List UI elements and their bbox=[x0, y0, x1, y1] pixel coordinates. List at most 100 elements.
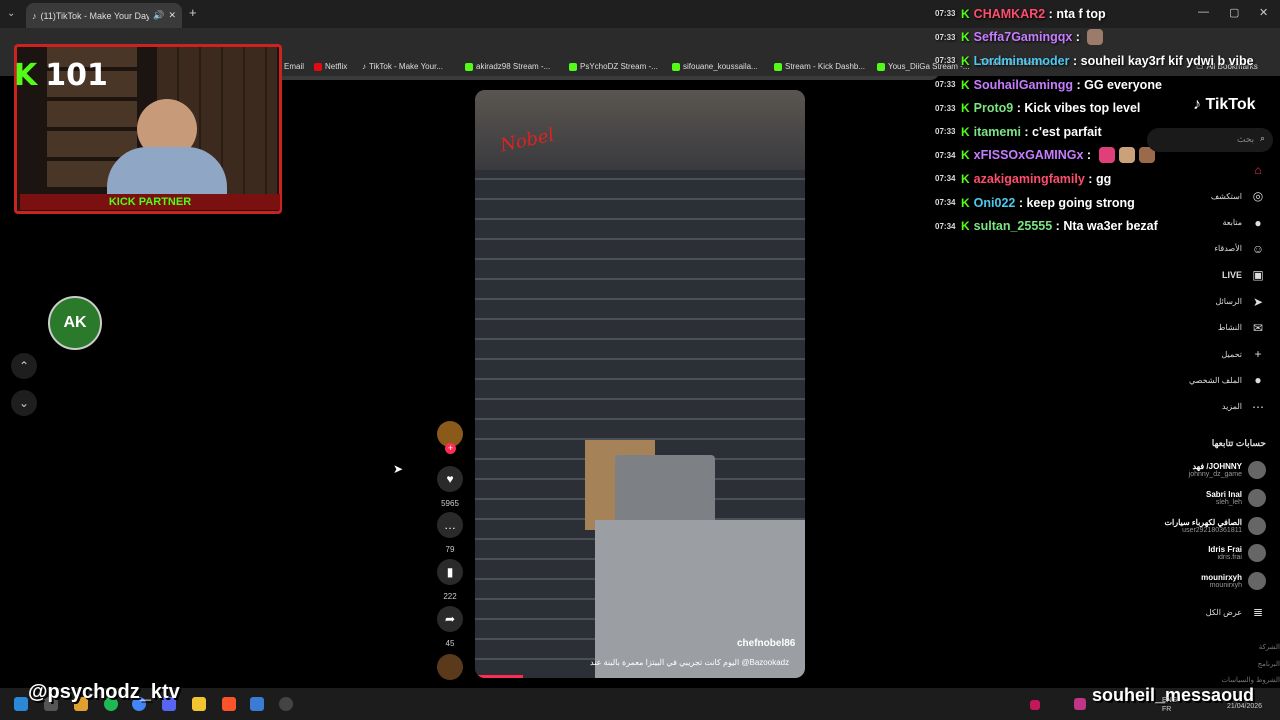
bookmark-netflix[interactable]: Netflix bbox=[314, 62, 347, 71]
profile-icon: ● bbox=[1254, 373, 1262, 388]
chat-username[interactable]: azakigamingfamily bbox=[974, 172, 1085, 186]
account-avatar bbox=[1248, 461, 1266, 479]
nav-friends[interactable]: الأصدقاء ☺ bbox=[1214, 241, 1266, 257]
new-tab-button[interactable]: + bbox=[189, 5, 197, 20]
kick-icon: K bbox=[961, 171, 970, 186]
chevron-up-icon: ⌃ bbox=[18, 359, 30, 373]
chat-separator: : bbox=[1069, 53, 1081, 68]
nav-label: النشاط bbox=[1217, 323, 1242, 333]
heart-icon[interactable]: ♥ bbox=[437, 466, 463, 492]
nav-more[interactable]: المزيد ⋯ bbox=[1222, 399, 1266, 415]
kick-icon: K bbox=[961, 124, 970, 139]
comment-action[interactable]: … 79 bbox=[437, 512, 463, 554]
nav-profile[interactable]: الملف الشخصي ● bbox=[1189, 372, 1266, 388]
nav-following[interactable]: متابعة ● bbox=[1222, 215, 1266, 231]
chat-message: 07:33 K CHAMKAR2 : nta f top bbox=[935, 2, 1275, 26]
list-icon: ≣ bbox=[1252, 605, 1264, 619]
chat-separator: : bbox=[1083, 148, 1095, 163]
chat-username[interactable]: itamemi bbox=[974, 125, 1021, 139]
bookmark-email[interactable]: Email bbox=[284, 62, 304, 71]
followed-account[interactable]: الصافي لكهرباء سيارات user292180361811 bbox=[1164, 516, 1266, 535]
save-count: 222 bbox=[443, 592, 457, 601]
nav-label: المزيد bbox=[1221, 402, 1242, 412]
account-avatar bbox=[1248, 572, 1266, 591]
follow-plus-icon[interactable]: + bbox=[445, 443, 456, 454]
followed-account[interactable]: Idris Frai idris.frai bbox=[1208, 544, 1266, 563]
footer-link-company[interactable]: الشركة bbox=[1259, 643, 1280, 651]
share-action[interactable]: ➦ 45 bbox=[437, 606, 463, 648]
chat-separator: : bbox=[1072, 30, 1084, 45]
chat-separator: : bbox=[1052, 219, 1064, 234]
chat-username[interactable]: SouhailGamingg bbox=[974, 78, 1073, 92]
chat-username[interactable]: xFISSOxGAMINGx bbox=[974, 148, 1084, 162]
bookmark-psychodz[interactable]: PsYchoDZ Stream -... bbox=[569, 62, 658, 71]
chat-username[interactable]: sultan_25555 bbox=[974, 219, 1053, 233]
file-explorer-icon[interactable] bbox=[192, 697, 206, 711]
nav-label: تحميل bbox=[1221, 349, 1243, 359]
tab-list-chevron-icon[interactable]: ⌄ bbox=[7, 8, 15, 19]
footer-link-program[interactable]: البرنامج bbox=[1258, 660, 1280, 668]
share-arrow-icon[interactable]: ➦ bbox=[437, 606, 463, 632]
bookmark-tiktok[interactable]: ♪ TikTok - Make Your... bbox=[362, 62, 443, 71]
save-action[interactable]: ▮ 222 bbox=[437, 559, 463, 601]
nav-live[interactable]: LIVE ▣ bbox=[1222, 267, 1266, 283]
account-name: mounirxyh bbox=[1201, 573, 1242, 583]
nav-home[interactable]: ⌂ bbox=[1242, 162, 1266, 178]
mouse-cursor-icon: ➤ bbox=[393, 462, 404, 476]
comment-icon[interactable]: … bbox=[437, 512, 463, 538]
windows-start-icon[interactable] bbox=[14, 697, 28, 711]
chat-message: 07:33 K SouhailGamingg : GG everyone bbox=[935, 73, 1275, 97]
followed-account[interactable]: فهد /JOHNNY johnny_dz_game bbox=[1189, 461, 1266, 479]
show-all-button[interactable]: عرض الكل ≣ bbox=[1206, 604, 1266, 620]
chat-username[interactable]: Lordminumoder bbox=[974, 54, 1070, 68]
live-icon: ▣ bbox=[1252, 268, 1264, 283]
emote-icon bbox=[1087, 29, 1104, 46]
bookmark-icon[interactable]: ▮ bbox=[437, 559, 463, 585]
tiktok-logo[interactable]: ♪ TikTok bbox=[1193, 96, 1256, 114]
search-input[interactable]: بحث ⌕ bbox=[1147, 128, 1273, 152]
nav-label: الملف الشخصي bbox=[1188, 375, 1242, 385]
account-avatar bbox=[1248, 488, 1266, 507]
chevron-down-icon: ⌄ bbox=[18, 396, 30, 410]
followed-account[interactable]: Sabri Inal sleh_leh bbox=[1206, 488, 1266, 507]
following-header: حسابات تتابعها bbox=[1211, 438, 1266, 448]
video-progress-bar[interactable] bbox=[475, 675, 523, 678]
previous-video-button[interactable]: ⌃ bbox=[11, 353, 37, 379]
bookmark-kick-dashboard[interactable]: Stream - Kick Dashb... bbox=[774, 62, 865, 71]
like-action[interactable]: ♥ 5965 bbox=[437, 466, 463, 508]
tab-close-icon[interactable]: ✕ bbox=[168, 10, 176, 21]
chat-timestamp: 07:33 bbox=[935, 9, 956, 19]
chat-text: gg bbox=[1095, 171, 1112, 186]
video-author[interactable]: chefnobel86 bbox=[737, 638, 795, 649]
taskbar-date[interactable]: 21/04/2026 bbox=[1227, 703, 1262, 710]
chat-separator: : bbox=[1020, 124, 1033, 139]
next-video-button[interactable]: ⌄ bbox=[11, 390, 37, 416]
chat-username[interactable]: CHAMKAR2 bbox=[974, 7, 1046, 21]
app-icon-2[interactable] bbox=[250, 697, 264, 711]
followed-account[interactable]: mounirxyh mounirxyh bbox=[1201, 572, 1266, 591]
chat-message: 07:34 Kazakigamingfamily : gg bbox=[935, 167, 1275, 191]
nav-upload[interactable]: تحميل + bbox=[1222, 346, 1267, 362]
tray-icon[interactable] bbox=[1030, 700, 1040, 710]
nav-messages[interactable]: الرسائل ➤ bbox=[1216, 294, 1267, 310]
chat-timestamp: 07:33 bbox=[935, 127, 956, 137]
chat-separator: : bbox=[1045, 6, 1057, 21]
obs-icon[interactable] bbox=[279, 697, 293, 711]
chat-username[interactable]: Proto9 bbox=[974, 101, 1014, 115]
browser-tab-tiktok[interactable]: ♪ (11)TikTok - Make Your Day 🔊 ✕ bbox=[26, 3, 182, 28]
nav-activity[interactable]: النشاط ✉ bbox=[1218, 320, 1266, 336]
chat-username[interactable]: Seffa7Gamingqx bbox=[974, 30, 1073, 44]
brave-icon[interactable] bbox=[222, 697, 236, 711]
chat-username[interactable]: Oni022 bbox=[974, 196, 1016, 210]
bookmark-sifouane[interactable]: sifouane_koussaila... bbox=[672, 62, 758, 71]
language-indicator[interactable]: ENG FR bbox=[1162, 696, 1177, 714]
explore-icon: ◎ bbox=[1252, 189, 1264, 204]
kick-icon: K bbox=[961, 77, 970, 92]
footer-link-terms[interactable]: الشروط والسياسات bbox=[1221, 676, 1280, 684]
video-player[interactable]: Nobel chefnobel86 اليوم كانت تجريبي في ا… bbox=[475, 90, 805, 678]
comment-count: 79 bbox=[445, 545, 455, 554]
music-disc-icon[interactable] bbox=[437, 654, 463, 680]
nav-explore[interactable]: استكشف ◎ bbox=[1211, 188, 1266, 204]
bookmark-akiradz98[interactable]: akiradz98 Stream -... bbox=[465, 62, 550, 71]
audio-icon[interactable]: 🔊 bbox=[153, 10, 164, 21]
